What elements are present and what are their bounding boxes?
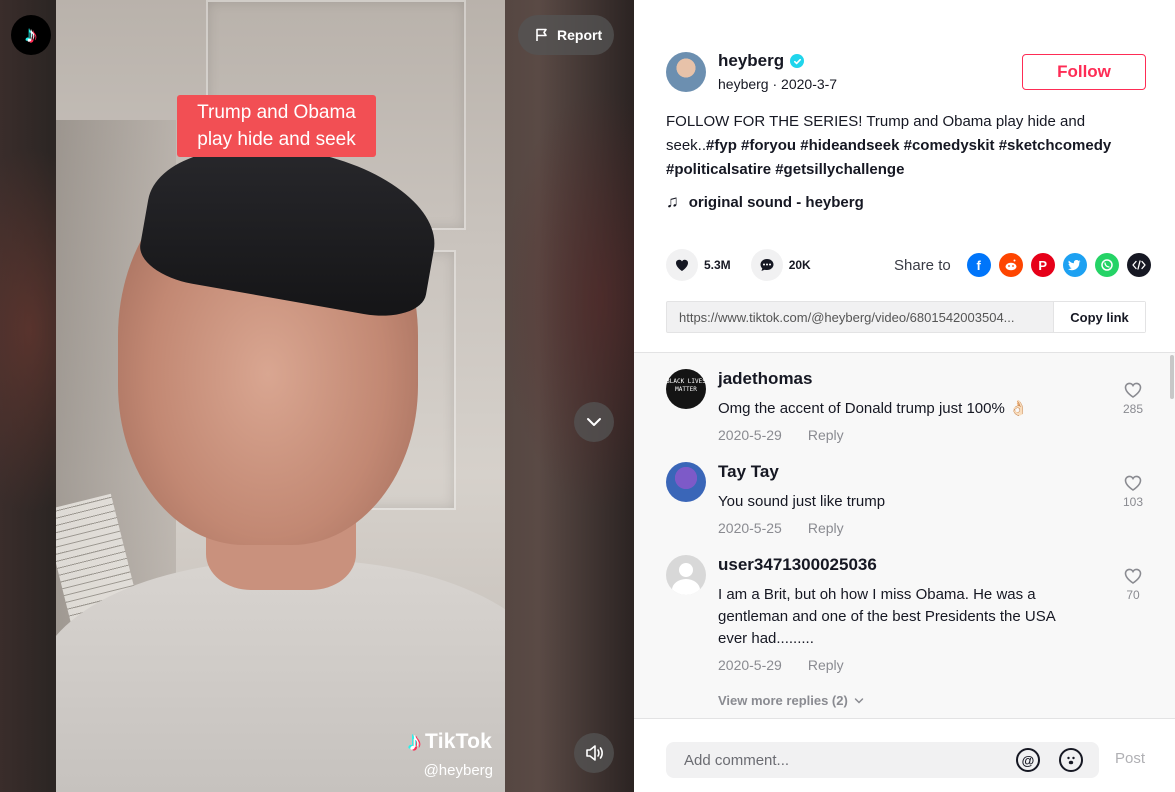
hashtag-link[interactable]: #getsillychallenge [775,161,904,178]
speaker-icon [586,745,603,761]
meta-separator: · [772,76,782,92]
author-name[interactable]: heyberg [718,51,805,71]
watermark-handle: @heyberg [423,762,493,779]
engagement-stats: 5.3M 20K [666,249,831,281]
author-username: heyberg [718,76,769,92]
video-link-url[interactable]: https://www.tiktok.com/@heyberg/video/68… [667,302,1053,332]
comment-button[interactable] [750,249,783,281]
hashtag-link[interactable]: #fyp [706,137,737,154]
mention-icon[interactable]: @ [1016,748,1040,772]
reply-button[interactable]: Reply [808,427,844,443]
comment-meta: 2020-5-29 Reply [718,427,844,443]
embed-icon[interactable] [1126,253,1151,277]
video-player-area: Trump and Obama play hide and seek ♪ Tik… [0,0,634,792]
watermark-brand: TikTok [425,729,492,753]
scrollbar-thumb[interactable] [1170,355,1174,399]
default-avatar-body [672,579,700,595]
comment-meta: 2020-5-25 Reply [718,520,844,536]
twitter-icon[interactable] [1062,253,1087,277]
next-video-button[interactable] [574,402,614,442]
comment-like[interactable]: 103 [1118,474,1148,509]
comment-date: 2020-5-29 [718,657,782,673]
comment-like[interactable]: 70 [1118,567,1148,602]
volume-button[interactable] [574,733,614,773]
heart-outline-icon [1124,382,1142,398]
avatar[interactable] [666,555,706,595]
emoji-icon[interactable] [1059,748,1083,772]
post-button[interactable]: Post [1115,750,1145,767]
reply-button[interactable]: Reply [808,520,844,536]
author-meta: heyberg · 2020-3-7 [718,76,837,92]
chevron-down-icon [587,418,601,426]
comment-meta: 2020-5-29 Reply [718,657,844,673]
comments-scrollbar[interactable] [1167,353,1175,718]
comment-username[interactable]: user3471300025036 [718,555,877,575]
video-link-box: https://www.tiktok.com/@heyberg/video/68… [666,301,1146,333]
video-caption-line: play hide and seek [197,129,356,150]
share-row: Share to f P [894,253,1151,277]
video-description: FOLLOW FOR THE SERIES! Trump and Obama p… [666,110,1136,182]
default-avatar-head [679,563,693,577]
comment-like-count: 103 [1122,495,1144,509]
comment-like-count: 70 [1126,588,1140,602]
comment-count: 20K [788,258,811,272]
post-date: 2020-3-7 [781,76,838,92]
comment-text: Omg the accent of Donald trump just 100%… [718,400,1028,417]
heart-outline-icon [1124,568,1142,584]
comment-text: I am a Brit, but oh how I miss Obama. He… [718,586,1055,647]
heart-outline-icon [1124,475,1142,491]
comment-date: 2020-5-29 [718,427,782,443]
author-display-name[interactable]: heyberg [718,51,784,71]
comment-composer: Add comment... @ Post [634,718,1175,792]
comment-bubble-icon [760,259,774,271]
video-caption-line: Trump and Obama [197,102,356,123]
comment-username[interactable]: Tay Tay [718,462,779,482]
share-label: Share to [894,256,951,274]
video-details-panel: heyberg heyberg · 2020-3-7 Follow FOLLOW… [634,0,1175,792]
like-button[interactable] [666,249,698,281]
comment-text: You sound just like trump [718,493,886,510]
video-frame[interactable]: Trump and Obama play hide and seek ♪ Tik… [56,0,505,792]
video-person-shirt [56,560,505,792]
view-more-replies-button[interactable]: View more replies (2) [718,693,864,708]
hashtag-link[interactable]: #comedyskit [904,137,995,154]
report-label: Report [557,27,603,43]
video-caption: Trump and Obama play hide and seek [177,95,376,157]
hashtag-link[interactable]: #hideandseek [800,137,899,154]
reply-button[interactable]: Reply [808,657,844,673]
music-title[interactable]: original sound - heyberg [689,194,864,211]
tiktok-note-icon: ♪ [408,726,422,756]
author-avatar[interactable] [666,52,706,92]
copy-link-button[interactable]: Copy link [1053,302,1145,332]
tiktok-logo-icon[interactable]: ♪ [11,15,51,55]
comments-list[interactable]: BLACK LIVES MATTER jadethomas Omg the ac… [634,352,1175,718]
flag-icon [536,28,547,41]
music-link[interactable]: ♫ original sound - heyberg [666,192,864,212]
pinterest-icon[interactable]: P [1030,253,1055,277]
comment-date: 2020-5-25 [718,520,782,536]
hashtag-link[interactable]: #sketchcomedy [999,137,1112,154]
video-watermark: ♪ TikTok [408,726,492,757]
whatsapp-icon[interactable] [1094,253,1119,277]
facebook-icon[interactable]: f [966,253,991,277]
heart-icon [675,259,689,271]
follow-button[interactable]: Follow [1022,54,1146,90]
like-count: 5.3M [704,258,731,272]
avatar[interactable] [666,462,706,502]
comment-like-count: 285 [1122,402,1144,416]
hashtag-link[interactable]: #foryou [741,137,796,154]
reddit-icon[interactable] [998,253,1023,277]
hashtag-link[interactable]: #politicalsatire [666,161,771,178]
music-note-icon: ♫ [666,192,679,211]
comment-username[interactable]: jadethomas [718,369,812,389]
view-more-replies-label[interactable]: View more replies (2) [718,693,848,708]
verified-badge-icon [790,54,805,68]
avatar[interactable]: BLACK LIVES MATTER [666,369,706,409]
comment-like[interactable]: 285 [1118,381,1148,416]
chevron-down-icon [854,697,864,704]
report-button[interactable]: Report [518,15,614,55]
